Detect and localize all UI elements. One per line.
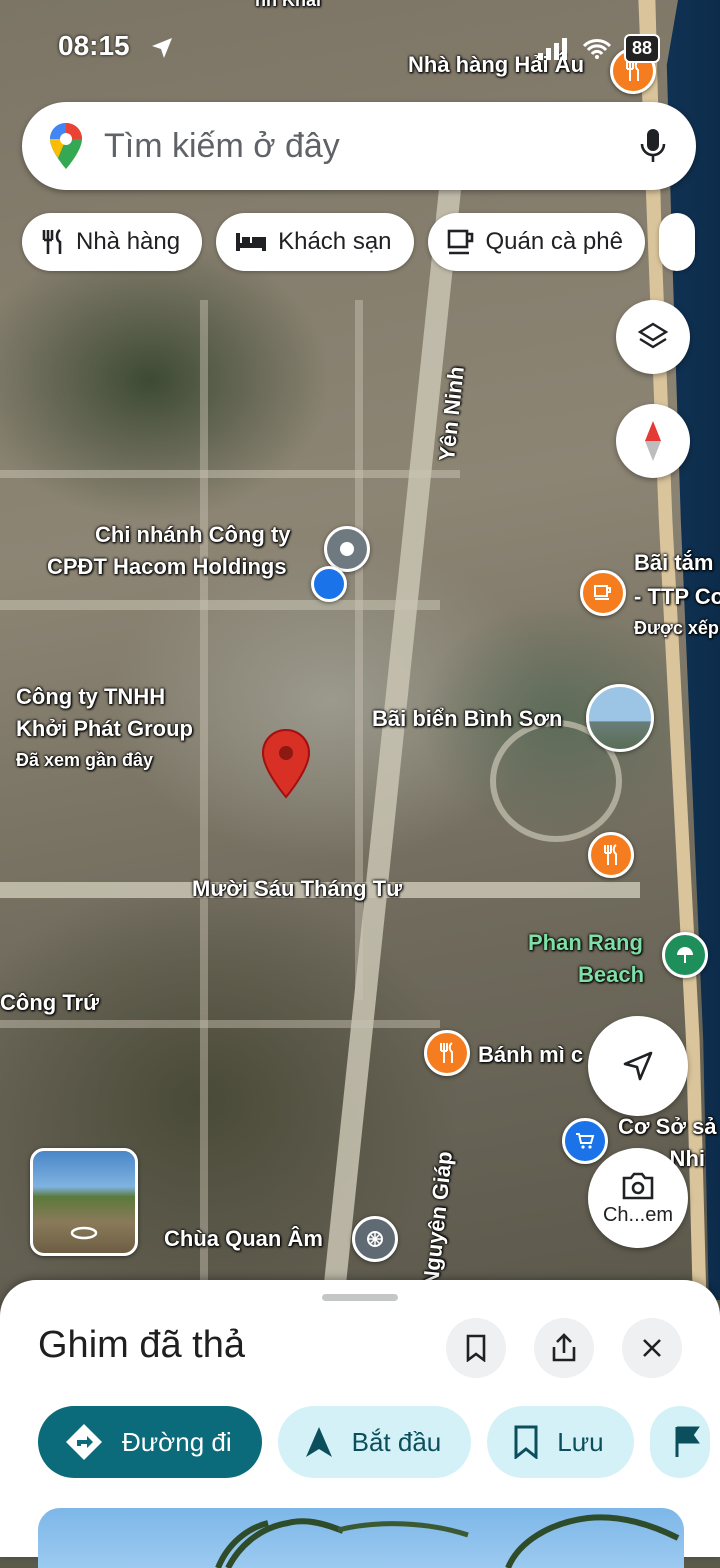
- chip-label: Nhà hàng: [76, 228, 181, 255]
- start-button[interactable]: Bắt đầu: [277, 1406, 472, 1478]
- category-chips: Nhà hàng Khách sạn Quán cà phê: [22, 213, 695, 271]
- dropped-pin-icon[interactable]: [260, 728, 312, 800]
- cafe-pin-icon[interactable]: [580, 570, 626, 616]
- current-location-dot-icon: [311, 566, 347, 602]
- compass-button[interactable]: [616, 404, 690, 478]
- search-bar[interactable]: Tìm kiếm ở đây: [22, 102, 696, 190]
- map-label-cong-tru: Công Trứ: [0, 990, 100, 1015]
- maps-logo-icon: [50, 123, 82, 169]
- directions-button[interactable]: Đường đi: [38, 1406, 262, 1478]
- map-label-co-so-1[interactable]: Cơ Sở sả: [618, 1114, 717, 1140]
- road-horizontal-3: [0, 1020, 440, 1028]
- map-label-khoi-phat-2[interactable]: Khởi Phát Group: [16, 716, 193, 742]
- street-view-thumbnail[interactable]: [30, 1148, 138, 1256]
- coffee-icon: [447, 229, 473, 255]
- bookmark-icon: [514, 1425, 538, 1459]
- close-icon: [643, 1339, 661, 1357]
- battery-level: 88: [623, 34, 660, 63]
- palm-tree-photo: [215, 1514, 680, 1568]
- map-label-khoi-phat-sub: Đã xem gần đây: [16, 750, 154, 770]
- action-buttons: Đường đi Bắt đầu Lưu: [38, 1406, 710, 1478]
- place-photo[interactable]: [38, 1508, 684, 1568]
- map-view[interactable]: nh Khai Nhà hàng Hải Âu Chi nhánh Công t…: [0, 0, 720, 1300]
- signal-icon: [537, 37, 567, 60]
- map-label-khoi-phat-1[interactable]: Công ty TNHH: [16, 684, 165, 710]
- beach-umbrella-pin-icon[interactable]: [662, 932, 708, 978]
- rotate-360-icon: [70, 1226, 98, 1240]
- chip-restaurants[interactable]: Nhà hàng: [22, 213, 203, 271]
- utensils-icon: [440, 1042, 453, 1063]
- road-horizontal-1: [0, 600, 440, 610]
- map-label-banh-mi[interactable]: Bánh mì c: [478, 1042, 583, 1068]
- map-label-phan-rang-2[interactable]: Beach: [578, 962, 644, 988]
- map-label-hacom-1[interactable]: Chi nhánh Công ty: [95, 522, 291, 548]
- sheet-title: Ghim đã thả: [38, 1324, 245, 1366]
- share-icon: [552, 1333, 576, 1362]
- dharma-wheel-icon: [367, 1231, 383, 1247]
- compass-icon: [645, 421, 661, 461]
- my-location-button[interactable]: [588, 1016, 688, 1116]
- utensils-icon: [42, 228, 62, 254]
- road-yen-ninh: [322, 178, 462, 1296]
- road-vertical-1: [200, 300, 208, 1300]
- chip-more[interactable]: [658, 213, 695, 271]
- close-button[interactable]: [622, 1318, 682, 1378]
- road-horizontal-2: [0, 470, 460, 478]
- chip-label: Khách sạn: [278, 228, 392, 255]
- location-arrow-icon: [152, 38, 172, 58]
- restaurant-pin-icon-2[interactable]: [588, 832, 634, 878]
- gray-poi-pin-icon[interactable]: [324, 526, 370, 572]
- camera-search-button[interactable]: Ch...em: [588, 1148, 688, 1248]
- coffee-icon: [594, 585, 611, 600]
- navigation-arrow-icon: [623, 1051, 653, 1081]
- map-label-road-top: nh Khai: [255, 0, 321, 10]
- place-bottom-sheet[interactable]: Ghim đã thả Đường đi Bắt đầu Lưu: [0, 1280, 720, 1568]
- status-icons: 88: [537, 34, 660, 63]
- status-time: 08:15: [58, 30, 130, 61]
- share-button[interactable]: [534, 1318, 594, 1378]
- wifi-icon: [582, 38, 612, 59]
- map-label-nguyen-giap: Nguyên Giáp: [418, 1150, 458, 1288]
- microphone-icon[interactable]: [640, 128, 666, 164]
- utensils-icon: [604, 844, 617, 865]
- map-label-chua-quan-am[interactable]: Chùa Quan Âm: [164, 1226, 323, 1252]
- start-label: Bắt đầu: [351, 1426, 442, 1457]
- save-button[interactable]: [446, 1318, 506, 1378]
- more-action-button[interactable]: [649, 1406, 710, 1478]
- map-label-bai-tam-sub: Được xếp: [634, 618, 719, 638]
- map-label-bai-tam-2[interactable]: - TTP Co: [634, 584, 720, 610]
- map-label-hacom-2[interactable]: CPĐT Hacom Holdings: [47, 554, 287, 580]
- layers-icon: [637, 322, 669, 349]
- map-label-phan-rang-1[interactable]: Phan Rang: [528, 930, 643, 956]
- chip-hotels[interactable]: Khách sạn: [216, 213, 414, 271]
- camera-search-icon: [622, 1172, 654, 1199]
- chip-cafes[interactable]: Quán cà phê: [427, 213, 645, 271]
- drag-handle[interactable]: [322, 1294, 398, 1301]
- map-label-binh-son[interactable]: Bãi biển Bình Sơn: [372, 706, 562, 732]
- beach-photo-pin[interactable]: [586, 684, 654, 752]
- map-label-muoi-sau: Mười Sáu Tháng Tư: [192, 876, 403, 901]
- utensils-icon: [626, 60, 639, 81]
- save-action-button[interactable]: Lưu: [487, 1406, 634, 1478]
- bookmark-icon: [466, 1334, 486, 1362]
- cart-icon: [576, 1133, 595, 1149]
- chip-label: Quán cà phê: [485, 228, 623, 255]
- layers-button[interactable]: [616, 300, 690, 374]
- search-input[interactable]: Tìm kiếm ở đây: [104, 127, 640, 166]
- navigation-arrow-icon: [305, 1427, 332, 1457]
- directions-icon: [66, 1424, 102, 1460]
- flag-icon: [675, 1426, 700, 1457]
- restaurant-pin-icon-3[interactable]: [424, 1030, 470, 1076]
- map-label-bai-tam-1[interactable]: Bãi tắm: [634, 550, 713, 576]
- temple-pin-icon[interactable]: [352, 1216, 398, 1262]
- save-label: Lưu: [557, 1426, 604, 1457]
- shopping-cart-pin-icon[interactable]: [562, 1118, 608, 1164]
- directions-label: Đường đi: [122, 1426, 232, 1457]
- bed-icon: [236, 233, 267, 251]
- camera-search-label: Ch...em: [602, 1203, 674, 1226]
- umbrella-icon: [677, 947, 693, 963]
